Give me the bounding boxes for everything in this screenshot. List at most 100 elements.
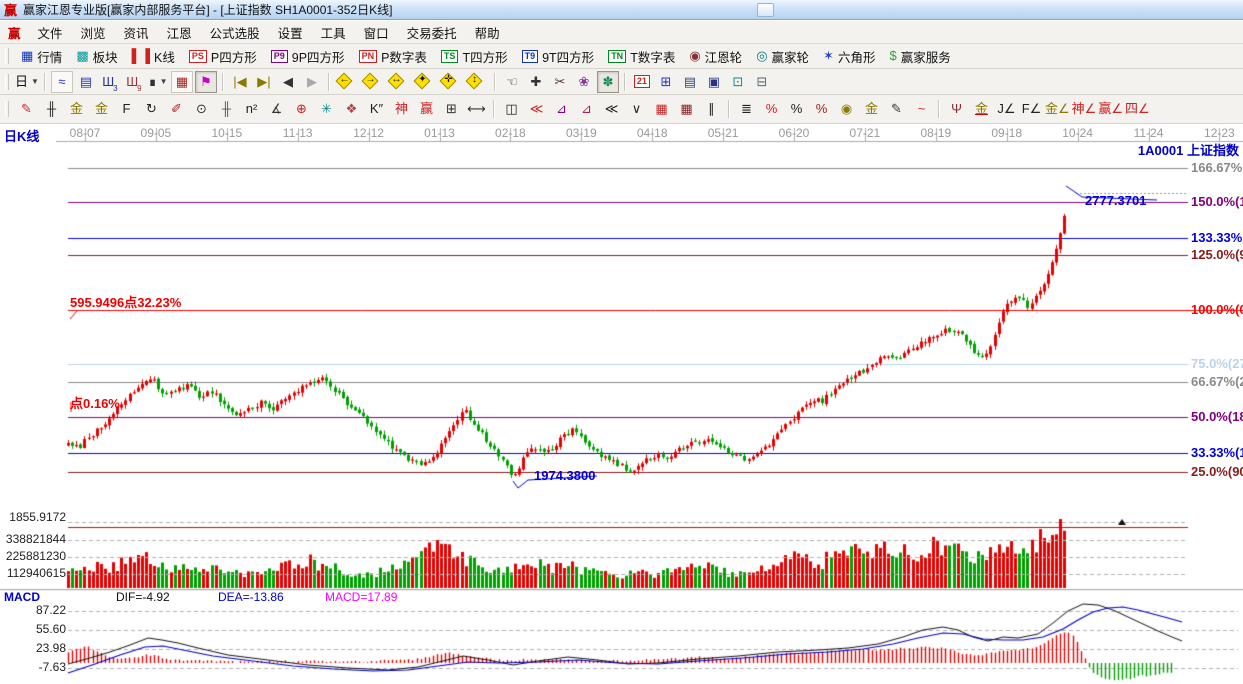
gold-under-icon[interactable]: 金 — [970, 98, 993, 121]
n2-ruler-icon[interactable]: n² — [240, 98, 263, 121]
clock-ruler-icon[interactable]: ⊙ — [190, 98, 213, 121]
measure-tool-icon[interactable]: ✂ — [549, 71, 571, 93]
menu-item-8[interactable]: 交易委托 — [398, 20, 466, 45]
j-angle-icon[interactable]: J∠ — [995, 98, 1018, 121]
fan-box2-icon[interactable]: ⊿ — [575, 98, 598, 121]
percent-icon[interactable]: % — [785, 98, 808, 121]
star-web-icon[interactable]: ✳ — [315, 98, 338, 121]
menu-item-2[interactable]: 资讯 — [115, 20, 158, 45]
save-icon[interactable]: ▣ — [703, 71, 725, 93]
pattern-grid-icon[interactable]: ▦ — [171, 71, 193, 93]
t9-square-button[interactable]: T99T四方形 — [515, 47, 602, 66]
calendar-icon[interactable]: 21 — [631, 71, 653, 93]
gold-ruler-icon[interactable]: 金 — [65, 98, 88, 121]
f-ruler-icon[interactable]: F — [115, 98, 138, 121]
calculator-icon[interactable]: ⊞ — [655, 71, 677, 93]
menu-item-4[interactable]: 公式选股 — [201, 20, 269, 45]
si-angle-icon[interactable]: 四∠ — [1125, 98, 1150, 121]
wave-overlay-icon[interactable]: ≈ — [51, 71, 73, 93]
parallel-lines-icon[interactable]: ∥ — [700, 98, 723, 121]
measure-box-icon[interactable]: ◫ — [500, 98, 523, 121]
menu-item-6[interactable]: 工具 — [312, 20, 355, 45]
web-box-icon[interactable]: ❖ — [340, 98, 363, 121]
menu-item-7[interactable]: 窗口 — [355, 20, 398, 45]
period-day-button[interactable]: 日▼ — [15, 71, 39, 93]
gold-angle-icon[interactable]: 金∠ — [1045, 98, 1070, 121]
angle-ruler-icon[interactable]: ∡ — [265, 98, 288, 121]
t-square-button[interactable]: TST四方形 — [434, 47, 515, 66]
info-doc-icon[interactable]: ▤ — [75, 71, 97, 93]
fan-box-icon[interactable]: ⊿ — [550, 98, 573, 121]
percent-level-icon[interactable]: % — [810, 98, 833, 121]
abacus-icon[interactable]: ⊞ — [440, 98, 463, 121]
candle-style-button[interactable]: ∎▼ — [147, 71, 169, 93]
hand-tool-icon[interactable]: ☜ — [501, 71, 523, 93]
brush-ruler-icon[interactable]: ✐ — [165, 98, 188, 121]
percent-line-icon[interactable]: % — [760, 98, 783, 121]
gann-fan-icon[interactable]: ≪ — [525, 98, 548, 121]
menu-item-1[interactable]: 浏览 — [72, 20, 115, 45]
ying-angle-icon[interactable]: 赢∠ — [1098, 98, 1123, 121]
menu-item-0[interactable]: 文件 — [29, 20, 72, 45]
bars9-icon[interactable]: Ш9 — [123, 71, 145, 93]
menu-item-3[interactable]: 江恩 — [158, 20, 201, 45]
p-square-button[interactable]: PSP四方形 — [182, 47, 264, 66]
last-bar-icon[interactable]: ▶| — [253, 71, 275, 93]
quotes-button[interactable]: ▦行情 — [14, 47, 69, 66]
p9-square-button[interactable]: P99P四方形 — [264, 47, 352, 66]
span-arrows-icon[interactable]: ⟷ — [465, 98, 488, 121]
expand-all-icon[interactable]: ✛ — [440, 73, 462, 90]
wave-line-icon[interactable]: ~ — [910, 98, 933, 121]
fan-black-icon[interactable]: ≪ — [600, 98, 623, 121]
menu-item-5[interactable]: 设置 — [269, 20, 312, 45]
k-quote-icon[interactable]: K″ — [365, 98, 388, 121]
crosshair-tool-icon[interactable]: ✚ — [525, 71, 547, 93]
shen-ruler-icon[interactable]: 神 — [390, 98, 413, 121]
shift-right-icon[interactable]: → — [362, 73, 384, 90]
t-number-button[interactable]: TNT数字表 — [601, 47, 682, 66]
bars3-icon[interactable]: Ш3 — [99, 71, 121, 93]
flower-tool-icon[interactable]: ❀ — [573, 71, 595, 93]
kline-button[interactable]: ▌▐K线 — [125, 47, 182, 66]
titlebar-button[interactable] — [757, 3, 774, 17]
vee-wave-icon[interactable]: ∨ — [625, 98, 648, 121]
expand-vertical-icon[interactable]: ↕ — [466, 73, 488, 90]
service-button[interactable]: $赢家服务 — [882, 47, 957, 66]
gann-ruler-icon[interactable]: ╫ — [40, 98, 63, 121]
chart-canvas[interactable] — [0, 124, 1243, 684]
prev-bar-icon[interactable]: ◀ — [277, 71, 299, 93]
spiral-ruler-icon[interactable]: ↻ — [140, 98, 163, 121]
sectors-button[interactable]: ▩板块 — [69, 47, 124, 66]
flag-icon[interactable]: ⚑ — [195, 71, 217, 93]
gann-wheel-button[interactable]: ◉江恩轮 — [682, 47, 749, 66]
pen2-icon[interactable]: ✎ — [885, 98, 908, 121]
price-ladder-icon[interactable]: ≣ — [735, 98, 758, 121]
menu-item-9[interactable]: 帮助 — [466, 20, 509, 45]
cup-icon[interactable]: Ψ — [945, 98, 968, 121]
macd-indicator-label[interactable]: MACD — [4, 591, 40, 604]
grid-dark-icon[interactable]: ▦ — [675, 98, 698, 121]
screen-share-icon[interactable]: ⊡ — [727, 71, 749, 93]
notes-icon[interactable]: ▤ — [679, 71, 701, 93]
expand-horizontal-icon[interactable]: ↔ — [388, 73, 410, 90]
volume-axis-label: 225881230 — [4, 550, 66, 563]
compress-icon[interactable]: ✦ — [414, 73, 436, 90]
gold-circle-icon[interactable]: ◉ — [835, 98, 858, 121]
grid-red-icon[interactable]: ▦ — [650, 98, 673, 121]
comb-ruler-icon[interactable]: ╫ — [215, 98, 238, 121]
next-bar-icon[interactable]: ▶ — [301, 71, 323, 93]
gold-line-icon[interactable]: 金 — [860, 98, 883, 121]
ying-ruler-icon[interactable]: 赢 — [415, 98, 438, 121]
shift-left-icon[interactable]: ← — [336, 73, 358, 90]
pattern-tool-icon[interactable]: ✽ — [597, 71, 619, 93]
gold-ruler2-icon[interactable]: 金 — [90, 98, 113, 121]
p-number-button[interactable]: PNP数字表 — [352, 47, 434, 66]
draw-pen-icon[interactable]: ✎ — [15, 98, 38, 121]
first-bar-icon[interactable]: |◀ — [229, 71, 251, 93]
winner-wheel-button[interactable]: ◎赢家轮 — [749, 47, 816, 66]
hexagon-button[interactable]: ✶六角形 — [816, 47, 882, 66]
f-angle-icon[interactable]: F∠ — [1020, 98, 1043, 121]
circle-cross-icon[interactable]: ⊕ — [290, 98, 313, 121]
shen-angle-icon[interactable]: 神∠ — [1072, 98, 1097, 121]
printer-icon[interactable]: ⊟ — [751, 71, 773, 93]
